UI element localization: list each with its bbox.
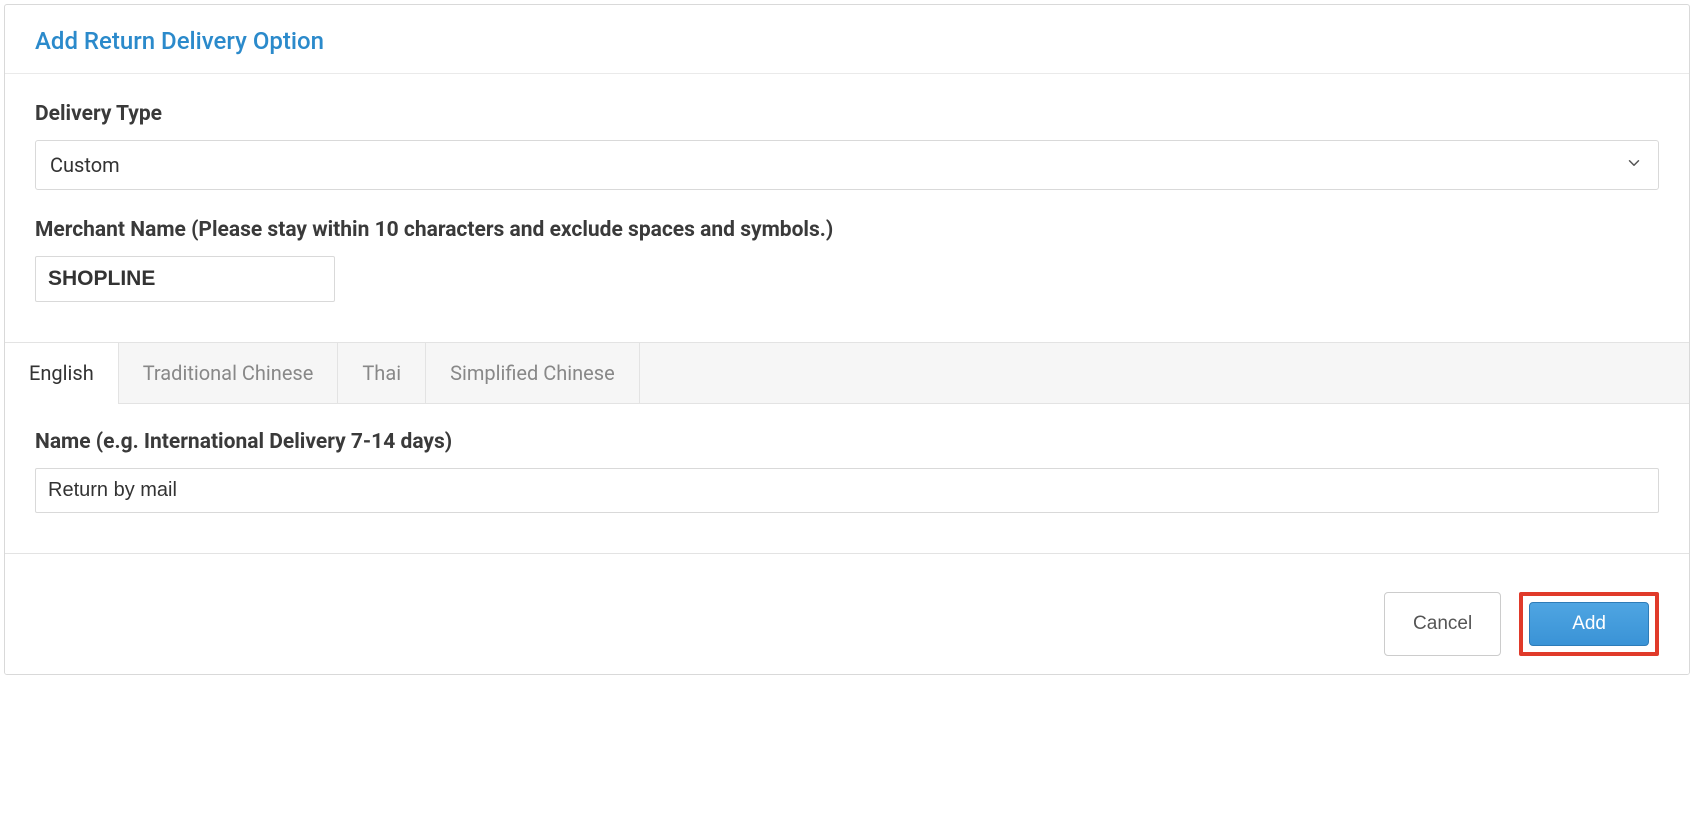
add-button[interactable]: Add (1529, 602, 1649, 646)
form-section: Delivery Type Custom Merchant Name (Plea… (5, 74, 1689, 342)
tab-thai[interactable]: Thai (338, 343, 426, 403)
cancel-button[interactable]: Cancel (1384, 592, 1501, 656)
panel-header: Add Return Delivery Option (5, 5, 1689, 74)
merchant-name-label: Merchant Name (Please stay within 10 cha… (35, 218, 1659, 242)
delivery-type-select[interactable]: Custom (35, 140, 1659, 190)
merchant-name-input[interactable] (35, 256, 335, 302)
tab-english[interactable]: English (5, 343, 119, 403)
delivery-type-select-wrap: Custom (35, 140, 1659, 190)
delivery-type-label: Delivery Type (35, 102, 1659, 126)
panel-footer: Cancel Add (5, 574, 1689, 674)
name-field-input[interactable] (35, 468, 1659, 513)
name-field-label: Name (e.g. International Delivery 7-14 d… (35, 430, 1659, 454)
tab-simplified-chinese[interactable]: Simplified Chinese (426, 343, 640, 403)
language-tabs: English Traditional Chinese Thai Simplif… (5, 342, 1689, 404)
footer-actions: Cancel Add (5, 574, 1689, 674)
add-return-delivery-panel: Add Return Delivery Option Delivery Type… (4, 4, 1690, 675)
tab-traditional-chinese[interactable]: Traditional Chinese (119, 343, 339, 403)
add-button-highlight: Add (1519, 592, 1659, 656)
tab-content: Name (e.g. International Delivery 7-14 d… (5, 404, 1689, 554)
panel-title: Add Return Delivery Option (35, 27, 1659, 55)
